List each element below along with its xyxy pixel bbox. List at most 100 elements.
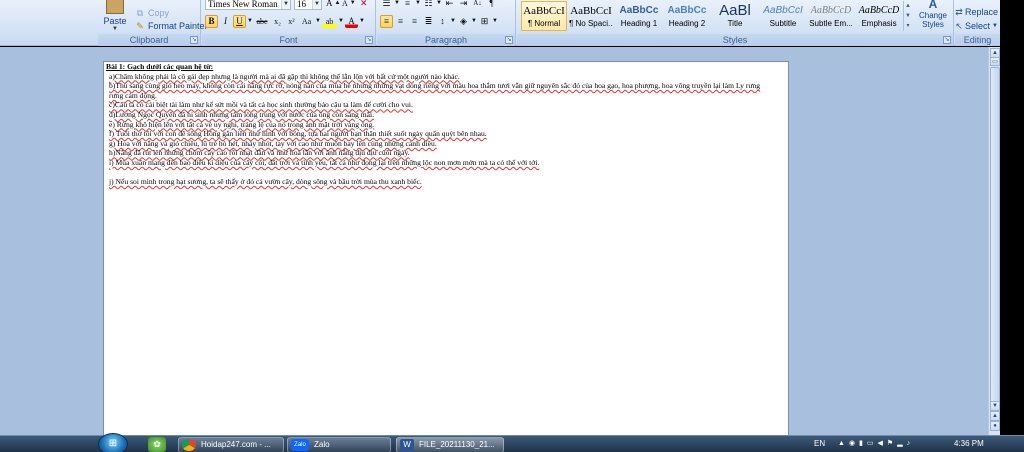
shading-icon[interactable]: ◈ xyxy=(457,15,470,28)
taskbar-item-word[interactable]: W FILE_20211130_21... xyxy=(396,437,504,452)
change-styles-button[interactable]: A Change Styles xyxy=(915,0,951,32)
taskbar-item-chrome[interactable]: Hoidap247.com - ... xyxy=(178,437,284,452)
borders-dropdown-icon[interactable]: ▼ xyxy=(492,15,498,28)
scroll-up-icon[interactable]: ▲ xyxy=(904,1,912,11)
network-icon[interactable]: ▮ xyxy=(859,440,867,447)
styles-scroll[interactable]: ▲ ▼ ▾ xyxy=(903,1,912,31)
underline-button[interactable]: U xyxy=(233,15,246,28)
format-painter-button[interactable]: ✎ Format Painter xyxy=(134,20,207,32)
previous-page-icon[interactable]: ▲ xyxy=(990,411,1000,421)
style-heading-2[interactable]: AaBbCc Heading 2 xyxy=(664,1,710,31)
signal-icon[interactable]: ▂ xyxy=(897,440,906,447)
doc-paragraph[interactable]: g) Hoa với nắng và gió chiều, lũ trẻ hò … xyxy=(106,139,776,149)
font-family-select[interactable]: Times New Roman ▼ xyxy=(205,0,291,10)
vertical-scrollbar[interactable]: ▲ ▭ ▼ ▲ ● xyxy=(988,47,1000,435)
document-heading[interactable]: Bài 1: Gạch dưới các quan hệ từ: xyxy=(106,62,776,72)
doc-paragraph[interactable]: i) Mùa xuân mang đến bao điều kì diệu củ… xyxy=(106,158,776,168)
taskbar-item-zalo[interactable]: Zalo Zalo xyxy=(287,437,391,452)
doc-paragraph[interactable]: d)Lương Ngọc Quyến đã hi sinh nhưng tấm … xyxy=(106,110,776,120)
font-color-dropdown-icon[interactable]: ▼ xyxy=(359,15,365,28)
style-emphasis[interactable]: AaBbCcD Emphasis xyxy=(856,1,902,31)
show-formatting-icon[interactable]: ¶ xyxy=(485,0,498,10)
line-spacing-icon[interactable]: ↕ xyxy=(436,15,449,28)
increase-indent-icon[interactable]: ⇥ xyxy=(457,0,470,10)
doc-paragraph[interactable]: j) Nếu soi mình trong hạt sương, ta sẽ t… xyxy=(106,177,776,187)
document-page[interactable]: Bài 1: Gạch dưới các quan hệ từ: a)Chăm … xyxy=(103,61,789,441)
bullets-dropdown-icon[interactable]: ▼ xyxy=(394,0,400,10)
chrome-tray-icon[interactable]: ◉ xyxy=(849,440,859,447)
underline-dropdown-icon[interactable]: ▼ xyxy=(247,15,253,28)
sort-icon[interactable]: A↓ xyxy=(471,0,484,10)
doc-paragraph[interactable]: e) Rừng khô hiện lên với tất cả vẻ uy ng… xyxy=(106,120,776,130)
paste-button[interactable]: Paste ▼ xyxy=(100,0,130,32)
align-right-icon[interactable]: ≡ xyxy=(408,15,421,28)
highlight-button[interactable]: ab xyxy=(322,15,337,28)
copy-button[interactable]: ⧉ Copy xyxy=(134,7,169,19)
select-button[interactable]: ↖ Select ▼ xyxy=(955,20,998,32)
clipboard-launcher-icon[interactable]: ↘ xyxy=(190,36,198,44)
multilevel-list-icon[interactable]: ☷ xyxy=(422,0,435,10)
start-button[interactable]: ⊞ xyxy=(98,433,128,452)
change-case-dropdown-icon[interactable]: ▼ xyxy=(315,15,321,28)
doc-paragraph[interactable]: a)Chăm không phải là cô gái đẹp nhưng là… xyxy=(106,72,776,82)
style-title[interactable]: AaBl Title xyxy=(712,1,758,31)
style-subtitle[interactable]: AaBbCcI Subtitle xyxy=(760,1,806,31)
grow-font-button[interactable]: A ▲ xyxy=(326,0,340,9)
chevron-down-icon: ▼ xyxy=(281,0,290,9)
font-size-select[interactable]: 16 ▼ xyxy=(294,0,322,10)
quicklaunch-icon[interactable]: ✿ xyxy=(148,437,166,452)
decrease-indent-icon[interactable]: ⇤ xyxy=(443,0,456,10)
font-launcher-icon[interactable]: ↘ xyxy=(365,36,373,44)
shrink-font-button[interactable]: A ▼ xyxy=(342,0,356,9)
borders-icon[interactable]: ⊞ xyxy=(478,15,491,28)
bullets-icon[interactable]: ☰ xyxy=(380,0,393,10)
paragraph-launcher-icon[interactable]: ↘ xyxy=(505,36,513,44)
clock[interactable]: 4:36 PM xyxy=(954,438,984,450)
doc-paragraph[interactable]: b)Thu sang cùng gió heo may, không còn c… xyxy=(106,81,776,100)
more-styles-icon[interactable]: ▾ xyxy=(904,21,912,31)
scroll-down-icon[interactable]: ▼ xyxy=(904,11,912,21)
language-indicator[interactable]: EN xyxy=(814,438,825,450)
strikethrough-button[interactable]: abc xyxy=(254,15,270,28)
show-hidden-icons-icon[interactable]: ▲ xyxy=(838,440,849,447)
numbering-icon[interactable]: ≡ xyxy=(401,0,414,10)
doc-paragraph[interactable]: h)Nắng đã rút lên những chòm cây cao rồi… xyxy=(106,148,776,158)
battery-icon[interactable]: ▭ xyxy=(867,440,878,447)
style-sample: AaBbCcD xyxy=(858,5,900,16)
document-text[interactable]: Bài 1: Gạch dưới các quan hệ từ: a)Chăm … xyxy=(106,62,776,187)
justify-icon[interactable]: ≣ xyxy=(422,15,435,28)
style-normal[interactable]: AaBbCcI ¶ Normal xyxy=(521,1,567,31)
font-color-button[interactable]: A xyxy=(345,15,358,28)
font-format-toolbar: B I U ▼ abc x₂ x² Aa ▼ ab ▼ A ▼ xyxy=(205,15,365,28)
superscript-button[interactable]: x² xyxy=(285,15,298,28)
multilevel-dropdown-icon[interactable]: ▼ xyxy=(436,0,442,10)
align-center-icon[interactable]: ≡ xyxy=(394,15,407,28)
style-sample: AaBbCc xyxy=(667,5,707,16)
highlight-dropdown-icon[interactable]: ▼ xyxy=(338,15,344,28)
style-heading-1[interactable]: AaBbCc Heading 1 xyxy=(616,1,662,31)
line-spacing-dropdown-icon[interactable]: ▼ xyxy=(450,15,456,28)
styles-launcher-icon[interactable]: ↘ xyxy=(943,36,951,44)
numbering-dropdown-icon[interactable]: ▼ xyxy=(415,0,421,10)
style-subtle-emphasis[interactable]: AaBbCcD Subtle Em... xyxy=(808,1,854,31)
change-case-button[interactable]: Aa xyxy=(299,15,314,28)
volume-icon[interactable]: ◀ xyxy=(878,440,887,447)
styles-group: AaBbCcI ¶ Normal AaBbCcI ¶ No Spaci... A… xyxy=(517,0,954,46)
doc-paragraph[interactable]: f) Tuổi thơ tôi với con đê sông Hồng gắn… xyxy=(106,129,776,139)
scrollbar-thumb[interactable] xyxy=(990,67,1000,427)
ruler-toggle-icon[interactable]: ▭ xyxy=(990,57,1000,66)
select-browse-object-icon[interactable]: ● xyxy=(990,421,1000,431)
subscript-button[interactable]: x₂ xyxy=(271,15,284,28)
doc-paragraph[interactable]: c)Câu ta có cái biệt tài làm như kể sứt … xyxy=(106,100,776,110)
style-no-spacing[interactable]: AaBbCcI ¶ No Spaci... xyxy=(568,1,614,31)
shading-dropdown-icon[interactable]: ▼ xyxy=(471,15,477,28)
align-left-icon[interactable]: ≡ xyxy=(380,15,393,28)
font-family-value: Times New Roman xyxy=(208,0,278,9)
flag-icon[interactable]: ⚑ xyxy=(887,440,897,447)
clear-formatting-icon[interactable]: ✕ xyxy=(360,0,368,9)
italic-button[interactable]: I xyxy=(219,15,232,28)
bold-button[interactable]: B xyxy=(205,15,218,28)
speaker-icon[interactable]: ♪ xyxy=(907,440,915,447)
replace-button[interactable]: ⇄ Replace xyxy=(955,6,998,18)
scroll-down-icon[interactable]: ▼ xyxy=(990,401,1000,411)
